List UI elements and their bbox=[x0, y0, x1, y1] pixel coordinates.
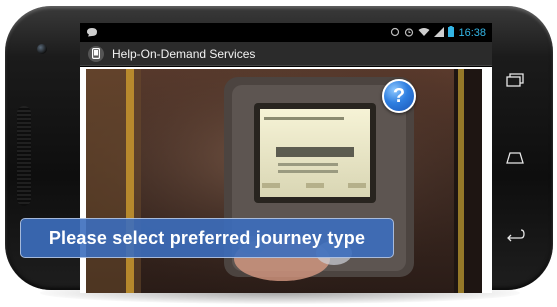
help-question-mark-icon[interactable]: ? bbox=[382, 79, 416, 113]
navigation-bar bbox=[500, 56, 530, 256]
recent-apps-icon[interactable] bbox=[500, 68, 530, 92]
front-camera bbox=[37, 44, 47, 54]
alarm-icon bbox=[404, 24, 414, 42]
content-area bbox=[80, 67, 492, 293]
journey-type-caption: Please select preferred journey type bbox=[20, 218, 394, 258]
action-bar: Help-On-Demand Services bbox=[80, 42, 492, 66]
speaker-grille bbox=[17, 106, 31, 206]
wifi-icon bbox=[418, 24, 430, 42]
home-icon[interactable] bbox=[500, 146, 530, 170]
bbm-icon bbox=[86, 24, 98, 42]
signal-icon bbox=[434, 24, 445, 42]
ticket-machine-video-frame bbox=[86, 69, 482, 293]
phone-app-icon[interactable] bbox=[88, 45, 104, 62]
back-icon[interactable] bbox=[500, 224, 530, 248]
sync-icon bbox=[390, 24, 400, 42]
status-time: 16:38 bbox=[458, 26, 486, 39]
video-player[interactable] bbox=[86, 69, 482, 293]
status-bar: 16:38 bbox=[80, 23, 492, 42]
battery-icon bbox=[448, 24, 455, 42]
app-title: Help-On-Demand Services bbox=[112, 46, 256, 61]
